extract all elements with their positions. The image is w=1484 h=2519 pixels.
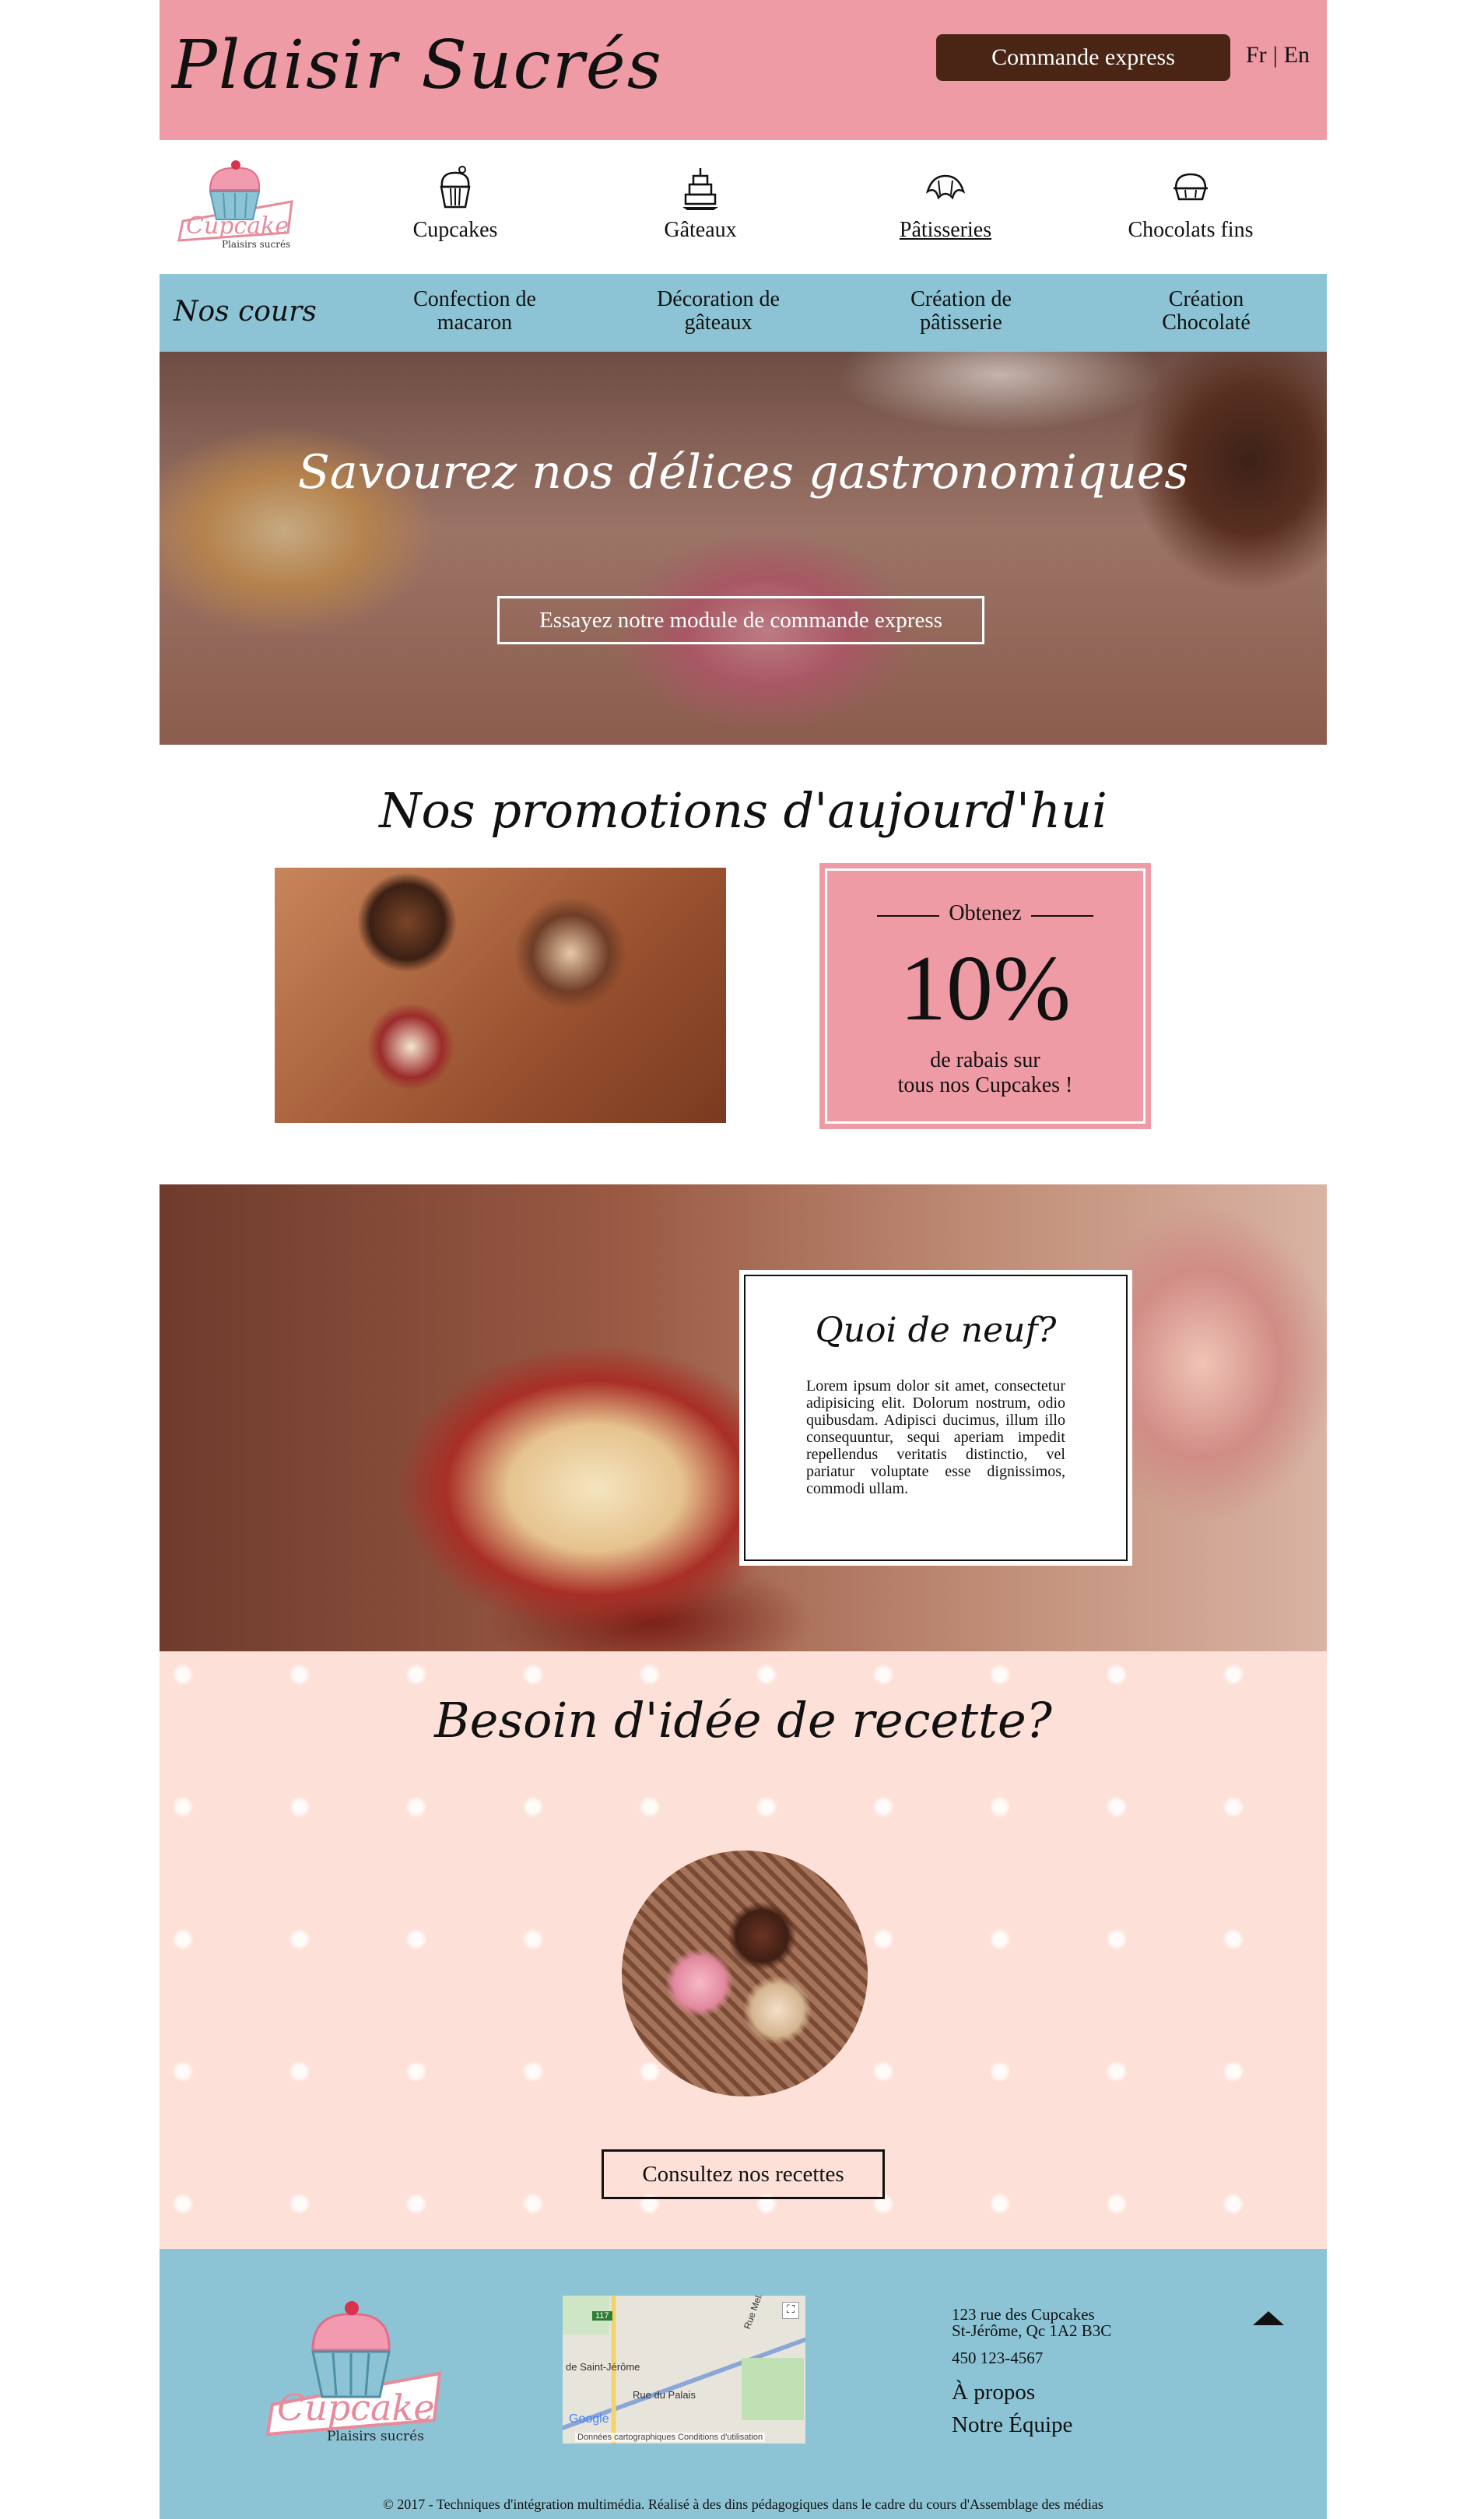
news-card: Quoi de neuf? Lorem ipsum dolor sit amet… xyxy=(739,1270,1132,1566)
promo-description: de rabais sur tous nos Cupcakes ! xyxy=(823,1048,1148,1098)
nav-label-cupcakes: Cupcakes xyxy=(412,218,498,242)
site-header: Plaisir Sucrés Commande express Fr | En xyxy=(160,0,1327,140)
express-order-button[interactable]: Commande express xyxy=(936,34,1230,81)
lang-en-link[interactable]: En xyxy=(1284,42,1310,68)
course-chocolat-line2: Chocolaté xyxy=(1162,310,1251,335)
location-map[interactable]: ⛶ 117 de Saint-Jérôme Rue du Palais Rue … xyxy=(563,2296,805,2444)
news-title: Quoi de neuf? xyxy=(815,1310,1057,1350)
footer-address: 123 rue des Cupcakes St-Jérôme, Qc 1A2 B… xyxy=(952,2307,1111,2339)
map-google-logo: Google xyxy=(569,2412,609,2426)
news-section: Quoi de neuf? Lorem ipsum dolor sit amet… xyxy=(160,1184,1327,1651)
map-terms-link[interactable]: Conditions d'utilisation xyxy=(678,2433,763,2442)
hero-express-button[interactable]: Essayez notre module de commande express xyxy=(497,596,984,644)
nav-label-patisseries: Pâtisseries xyxy=(899,218,992,242)
promo-divider-right xyxy=(1031,915,1093,917)
nav-gateaux[interactable]: Gâteaux xyxy=(615,163,786,243)
news-text: Lorem ipsum dolor sit amet, consectetur … xyxy=(806,1377,1065,1497)
copyright-text: © 2017 - Techniques d'intégration multim… xyxy=(383,2496,1103,2512)
map-road-label: Rue Melançon xyxy=(742,2296,773,2331)
logo-word: Cupcake xyxy=(186,212,289,240)
map-data-label[interactable]: Données cartographiques xyxy=(577,2433,675,2442)
map-footer: Données cartographiques Conditions d'uti… xyxy=(575,2433,766,2442)
nav-label-chocolats: Chocolats fins xyxy=(1128,218,1254,242)
fullscreen-icon[interactable]: ⛶ xyxy=(782,2302,799,2319)
promo-card[interactable]: Obtenez 10% de rabais sur tous nos Cupca… xyxy=(819,863,1151,1129)
course-chocolat[interactable]: Création Chocolaté xyxy=(1105,288,1307,335)
courses-title: Nos cours xyxy=(174,296,317,328)
promo-cupcakes-image xyxy=(275,868,726,1123)
site-footer: Cupcake Plaisirs sucrés ⛶ 117 de Saint-J… xyxy=(160,2249,1327,2519)
hero-overlay xyxy=(160,352,1327,745)
courses-nav: Nos cours Confection de macaron Décorati… xyxy=(160,274,1327,352)
recipes-section: Besoin d'idée de recette? Consultez nos … xyxy=(160,1651,1327,2249)
nav-patisseries[interactable]: Pâtisseries xyxy=(860,163,1031,243)
cupcake-icon xyxy=(440,166,471,209)
croissant-icon xyxy=(925,174,966,200)
address-line2: St-Jérôme, Qc 1A2 B3C xyxy=(952,2321,1112,2340)
about-link[interactable]: À propos xyxy=(952,2380,1035,2405)
footer-logo-word: Cupcake xyxy=(277,2387,435,2429)
chocolate-icon xyxy=(1174,173,1208,201)
promo-get-label: Obtenez xyxy=(949,901,1022,925)
cupcake-logo[interactable]: Cupcake Plaisirs sucrés xyxy=(175,159,300,252)
site-title: Plaisir Sucrés xyxy=(172,26,663,104)
back-to-top-icon[interactable] xyxy=(1253,2311,1284,2325)
map-green-area xyxy=(742,2358,804,2420)
promo-percent: 10% xyxy=(900,936,1071,1040)
logo-tagline: Plaisirs sucrés xyxy=(222,239,290,250)
cupcake-logo-footer[interactable]: Cupcake Plaisirs sucrés xyxy=(265,2296,444,2444)
map-street-label: Rue du Palais xyxy=(633,2389,696,2401)
nav-cupcakes[interactable]: Cupcakes xyxy=(370,163,541,243)
cake-icon xyxy=(682,168,718,210)
promo-desc-line2: tous nos Cupcakes ! xyxy=(897,1073,1073,1097)
hero-banner: Savourez nos délices gastronomiques Essa… xyxy=(160,352,1327,745)
promotions-title: Nos promotions d'aujourd'hui xyxy=(379,782,1107,839)
course-macaron[interactable]: Confection de macaron xyxy=(374,288,576,335)
recipe-image xyxy=(622,1851,868,2096)
nav-label-gateaux: Gâteaux xyxy=(664,218,737,242)
recipes-button[interactable]: Consultez nos recettes xyxy=(602,2149,885,2199)
lang-separator: | xyxy=(1272,42,1278,68)
category-nav: Cupcake Plaisirs sucrés Cupcakes Gâteaux… xyxy=(160,140,1327,274)
course-patisserie-line1: Création de xyxy=(910,287,1012,311)
nav-chocolats[interactable]: Chocolats fins xyxy=(1105,163,1276,243)
course-patisserie[interactable]: Création de pâtisserie xyxy=(860,288,1062,335)
page: Plaisir Sucrés Commande express Fr | En … xyxy=(160,0,1327,2519)
map-city-label: de Saint-Jérôme xyxy=(566,2361,640,2373)
course-gateaux-line1: Décoration de xyxy=(657,287,780,311)
course-gateaux-line2: gâteaux xyxy=(684,310,753,335)
footer-logo-tagline: Plaisirs sucrés xyxy=(327,2429,424,2444)
footer-phone: 450 123-4567 xyxy=(952,2349,1044,2367)
map-route-badge: 117 xyxy=(592,2311,612,2321)
team-link[interactable]: Notre Équipe xyxy=(952,2412,1072,2438)
course-gateaux[interactable]: Décoration de gâteaux xyxy=(617,288,819,335)
language-switcher: Fr | En xyxy=(1246,42,1310,68)
address-line1: 123 rue des Cupcakes xyxy=(952,2305,1095,2324)
course-chocolat-line1: Création xyxy=(1168,287,1244,311)
course-patisserie-line2: pâtisserie xyxy=(920,310,1002,335)
recipes-title: Besoin d'idée de recette? xyxy=(434,1692,1052,1749)
lang-fr-link[interactable]: Fr xyxy=(1246,42,1267,68)
hero-title: Savourez nos délices gastronomiques xyxy=(297,445,1189,500)
course-macaron-line1: Confection de xyxy=(413,287,536,311)
course-macaron-line2: macaron xyxy=(437,310,513,335)
promo-desc-line1: de rabais sur xyxy=(930,1048,1040,1072)
